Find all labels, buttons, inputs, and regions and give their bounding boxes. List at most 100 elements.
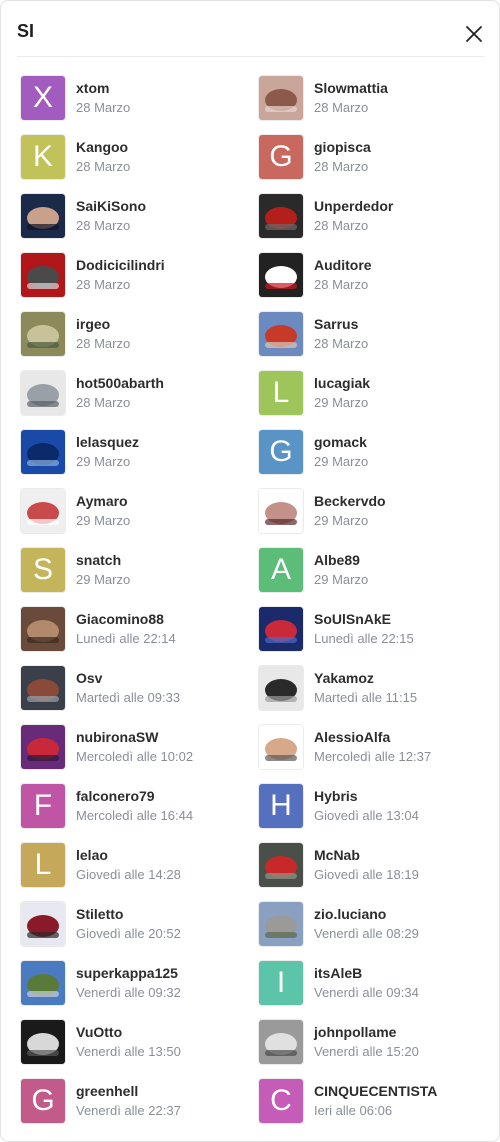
user-name[interactable]: nubironaSW [76, 729, 158, 745]
avatar[interactable] [259, 489, 303, 533]
avatar[interactable] [259, 76, 303, 120]
user-list-item[interactable]: Ssnatch 29 Marzo [21, 547, 251, 597]
user-name[interactable]: xtom [76, 80, 109, 96]
user-name[interactable]: superkappa125 [76, 965, 178, 981]
user-name[interactable]: gomack [314, 434, 367, 450]
user-name[interactable]: VuOtto [76, 1024, 122, 1040]
user-list-item[interactable]: SaiKiSono 28 Marzo [21, 193, 251, 243]
avatar[interactable] [259, 312, 303, 356]
avatar[interactable] [21, 902, 65, 946]
avatar[interactable] [21, 666, 65, 710]
user-list-item[interactable]: Yakamoz Martedì alle 11:15 [259, 665, 489, 715]
avatar[interactable] [21, 607, 65, 651]
avatar[interactable] [259, 1020, 303, 1064]
avatar[interactable] [21, 312, 65, 356]
user-list-item[interactable]: SoUlSnAkE Lunedì alle 22:15 [259, 606, 489, 656]
user-list-item[interactable]: A Albe89 29 Marzo [259, 547, 489, 597]
avatar[interactable] [259, 843, 303, 887]
avatar[interactable]: F [21, 784, 65, 828]
user-name[interactable]: SaiKiSono [76, 198, 146, 214]
avatar[interactable] [259, 902, 303, 946]
user-list-item[interactable]: hot500abarth 28 Marzo [21, 370, 251, 420]
user-list-item[interactable]: Aymaro 29 Marzo [21, 488, 251, 538]
avatar[interactable]: K [21, 135, 65, 179]
user-name[interactable]: Unperdedor [314, 198, 393, 214]
user-list-item[interactable]: Unperdedor 28 Marzo [259, 193, 489, 243]
user-list-item[interactable]: Sarrus 28 Marzo [259, 311, 489, 361]
user-name[interactable]: zio.luciano [314, 906, 386, 922]
user-list-item[interactable]: Slowmattia 28 Marzo [259, 75, 489, 125]
user-list-item[interactable]: Ggreenhell Venerdì alle 22:37 [21, 1078, 251, 1128]
user-name[interactable]: falconero79 [76, 788, 155, 804]
user-list-item[interactable]: C CINQUECENTISTA Ieri alle 06:06 [259, 1078, 489, 1128]
avatar[interactable]: A [259, 548, 303, 592]
avatar[interactable]: S [21, 548, 65, 592]
user-list-item[interactable]: Osv Martedì alle 09:33 [21, 665, 251, 715]
avatar[interactable] [259, 194, 303, 238]
user-name[interactable]: lucagiak [314, 375, 370, 391]
avatar[interactable]: L [21, 843, 65, 887]
user-name[interactable]: itsAleB [314, 965, 362, 981]
user-list-item[interactable]: Ggiopisca 28 Marzo [259, 134, 489, 184]
user-list-item[interactable]: Stiletto Giovedì alle 20:52 [21, 901, 251, 951]
user-name[interactable]: CINQUECENTISTA [314, 1083, 437, 1099]
user-list-item[interactable]: Ggomack 29 Marzo [259, 429, 489, 479]
avatar[interactable] [21, 489, 65, 533]
user-name[interactable]: Osv [76, 670, 102, 686]
user-name[interactable]: greenhell [76, 1083, 138, 1099]
user-list-item[interactable]: Llelao Giovedì alle 14:28 [21, 842, 251, 892]
user-name[interactable]: johnpollame [314, 1024, 396, 1040]
user-name[interactable]: giopisca [314, 139, 371, 155]
user-list-item[interactable]: nubironaSW Mercoledì alle 10:02 [21, 724, 251, 774]
user-name[interactable]: lelasquez [76, 434, 139, 450]
user-name[interactable]: Dodicicilindri [76, 257, 165, 273]
avatar[interactable]: C [259, 1079, 303, 1123]
user-list-item[interactable]: H Hybris Giovedì alle 13:04 [259, 783, 489, 833]
user-name[interactable]: SoUlSnAkE [314, 611, 391, 627]
avatar[interactable]: G [259, 430, 303, 474]
avatar[interactable] [21, 253, 65, 297]
user-name[interactable]: Hybris [314, 788, 358, 804]
user-name[interactable]: AlessioAlfa [314, 729, 390, 745]
user-name[interactable]: Stiletto [76, 906, 123, 922]
user-list-item[interactable]: Beckervdo 29 Marzo [259, 488, 489, 538]
user-name[interactable]: Slowmattia [314, 80, 388, 96]
avatar[interactable]: I [259, 961, 303, 1005]
avatar[interactable] [21, 725, 65, 769]
user-name[interactable]: Yakamoz [314, 670, 374, 686]
user-name[interactable]: Kangoo [76, 139, 128, 155]
user-list-item[interactable]: Auditore 28 Marzo [259, 252, 489, 302]
user-list-item[interactable]: Dodicicilindri 28 Marzo [21, 252, 251, 302]
user-list-item[interactable]: Giacomino88 Lunedì alle 22:14 [21, 606, 251, 656]
user-name[interactable]: Albe89 [314, 552, 360, 568]
user-list-item[interactable]: VuOtto Venerdì alle 13:50 [21, 1019, 251, 1069]
avatar[interactable] [21, 194, 65, 238]
user-name[interactable]: snatch [76, 552, 121, 568]
avatar[interactable] [259, 607, 303, 651]
avatar[interactable]: G [21, 1079, 65, 1123]
avatar[interactable] [259, 725, 303, 769]
user-name[interactable]: Sarrus [314, 316, 358, 332]
user-list-item[interactable]: lelasquez 29 Marzo [21, 429, 251, 479]
avatar[interactable] [259, 666, 303, 710]
avatar[interactable]: X [21, 76, 65, 120]
user-name[interactable]: McNab [314, 847, 360, 863]
avatar[interactable] [21, 430, 65, 474]
avatar[interactable]: L [259, 371, 303, 415]
user-list-item[interactable]: irgeo 28 Marzo [21, 311, 251, 361]
user-list-item[interactable]: johnpollame Venerdì alle 15:20 [259, 1019, 489, 1069]
close-icon[interactable] [463, 23, 485, 45]
user-name[interactable]: irgeo [76, 316, 110, 332]
avatar[interactable]: G [259, 135, 303, 179]
user-list-item[interactable]: McNab Giovedì alle 18:19 [259, 842, 489, 892]
avatar[interactable]: H [259, 784, 303, 828]
avatar[interactable] [21, 371, 65, 415]
user-name[interactable]: hot500abarth [76, 375, 164, 391]
user-name[interactable]: Beckervdo [314, 493, 386, 509]
user-name[interactable]: Giacomino88 [76, 611, 164, 627]
avatar[interactable] [21, 961, 65, 1005]
user-list-item[interactable]: AlessioAlfa Mercoledì alle 12:37 [259, 724, 489, 774]
user-name[interactable]: Auditore [314, 257, 372, 273]
user-name[interactable]: Aymaro [76, 493, 128, 509]
user-list-item[interactable]: IitsAleB Venerdì alle 09:34 [259, 960, 489, 1010]
